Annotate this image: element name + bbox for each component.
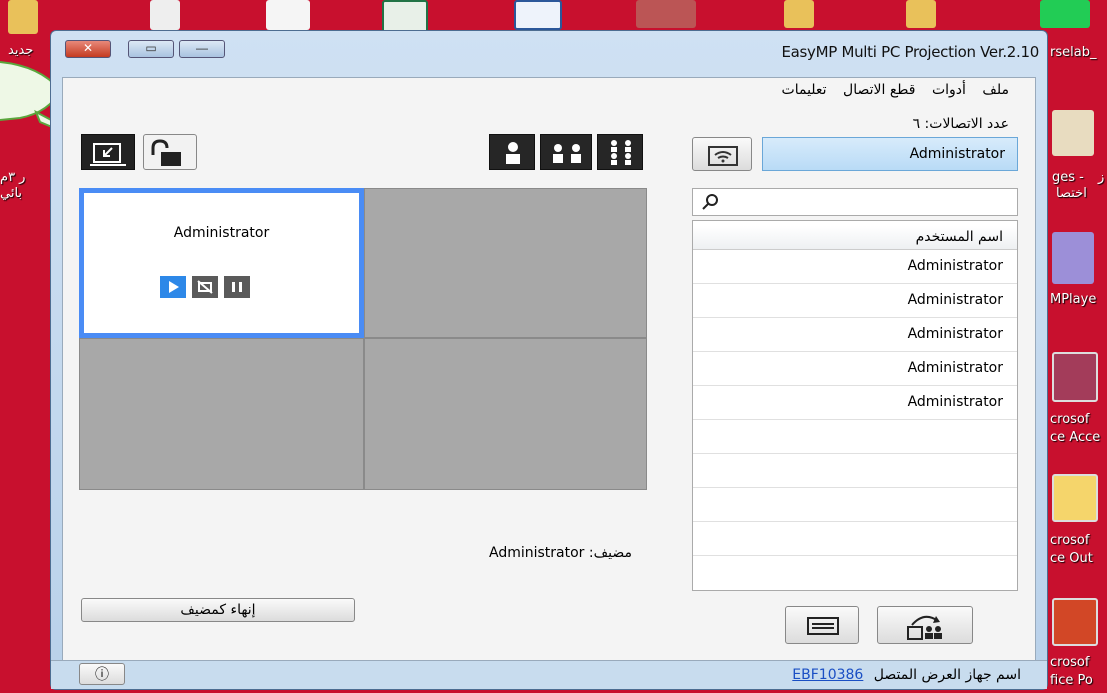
stop-button[interactable] [192,276,218,298]
desktop-label: fice Po [1050,673,1093,688]
projection-cell-4[interactable] [364,338,647,490]
info-button[interactable]: ⓘ [79,663,125,685]
connected-device-label: اسم جهاز العرض المتصل [873,667,1021,683]
maximize-button[interactable]: ▭ [128,40,174,58]
switch-presenter-button[interactable] [877,606,973,644]
desktop-label: جديد [8,43,34,58]
desktop-label: بائي [0,186,23,201]
menu-tools[interactable]: أدوات [932,82,966,98]
switch-presenter-icon [907,615,942,640]
desktop-label: ز [1098,170,1105,185]
menu-disconnect[interactable]: قطع الاتصال [843,82,915,98]
desktop-label: MPlaye [1050,292,1097,307]
search-icon [702,194,718,210]
desktop-label: ر ۳م [0,170,26,185]
desktop-label: ges - [1052,170,1084,185]
minimize-button[interactable]: — [179,40,225,58]
desktop-label: اختصا [1056,186,1087,201]
desktop-network-icon[interactable] [1040,0,1090,28]
desktop-app-icon[interactable] [636,0,696,28]
projection-cell-3[interactable] [79,338,364,490]
user-list-item[interactable]: Administrator [693,284,1017,318]
connections-count: عدد الاتصالات: ٦ [912,116,1009,132]
two-users-icon [553,144,581,163]
user-list-item[interactable]: Administrator [693,352,1017,386]
app-window: ✕ ▭ — EasyMP Multi PC Projection Ver.2.1… [50,30,1048,690]
end-host-label: إنهاء كمضيف [180,602,256,618]
end-host-button[interactable]: إنهاء كمضيف [81,598,355,622]
exit-fullscreen-button[interactable] [81,134,135,170]
close-button[interactable]: ✕ [65,40,111,58]
user-list: اسم المستخدم Administrator Administrator… [692,220,1018,591]
desktop-label: crosof [1050,412,1090,427]
exit-fullscreen-icon [90,143,126,166]
hide-screen-icon [197,280,213,294]
layout-single-button[interactable] [489,134,535,170]
menu-help[interactable]: تعليمات [782,82,827,98]
window-client: ملف أدوات قطع الاتصال تعليمات عدد الاتصا… [62,77,1036,677]
window-title: EasyMP Multi PC Projection Ver.2.10 [781,43,1039,61]
selected-user-label: Administrator [909,146,1005,162]
host-label: مضيف: Administrator [489,545,632,561]
connected-device: اسم جهاز العرض المتصل EBF10386 [792,667,1021,683]
empty-list-row [693,454,1017,488]
desktop-outlook-icon[interactable] [1052,474,1098,522]
user-list-header[interactable]: اسم المستخدم [693,226,1017,250]
empty-list-row [693,556,1017,590]
desktop-label: ce Acce [1050,430,1101,445]
user-list-item[interactable]: Administrator [693,386,1017,420]
pause-button[interactable] [224,276,250,298]
keyboard-icon [807,617,839,635]
projection-cell-1[interactable]: Administrator [79,188,364,338]
play-icon [169,281,179,293]
four-users-icon [611,140,631,165]
desktop-file-icon[interactable] [150,0,180,30]
layout-quad-button[interactable] [597,134,643,170]
status-bar: ⓘ اسم جهاز العرض المتصل EBF10386 [51,660,1047,689]
keyboard-button[interactable] [785,606,859,644]
search-input[interactable] [729,191,1015,215]
projection-cell-2[interactable] [364,188,647,338]
menu-bar: ملف أدوات قطع الاتصال تعليمات [770,82,1009,98]
connected-device-link[interactable]: EBF10386 [792,667,863,683]
pause-icon [232,282,242,292]
desktop-label: crosof [1050,655,1090,670]
layout-double-button[interactable] [540,134,592,170]
desktop-folder-icon[interactable] [8,0,38,34]
desktop-label: rselab_ [1050,45,1097,60]
single-user-icon [506,142,520,164]
selected-user-field[interactable]: Administrator [762,137,1018,171]
menu-file[interactable]: ملف [982,82,1009,98]
user-list-item[interactable]: Administrator [693,250,1017,284]
projection-grid: Administrator [79,188,647,490]
desktop-word-icon[interactable] [514,0,562,30]
desktop-folder-icon[interactable] [906,0,936,28]
desktop-photos-icon[interactable] [1052,110,1094,156]
desktop-mediaplayer-icon[interactable] [1052,232,1094,284]
unlock-icon [151,139,181,166]
desktop-powerpoint-icon[interactable] [1052,598,1098,646]
search-box [692,188,1018,216]
desktop-folder-icon[interactable] [784,0,814,28]
empty-list-row [693,420,1017,454]
play-button[interactable] [160,276,186,298]
desktop-label: ce Out [1050,551,1093,566]
user-list-item[interactable]: Administrator [693,318,1017,352]
lock-button[interactable] [143,134,197,170]
desktop-doc-icon[interactable] [266,0,310,30]
empty-list-row [693,488,1017,522]
info-icon: ⓘ [95,666,109,682]
wifi-button[interactable] [692,137,752,171]
desktop-label: crosof [1050,533,1090,548]
desktop-access-icon[interactable] [1052,352,1098,402]
cell-user-name: Administrator [173,225,270,241]
desktop-excel-icon[interactable] [382,0,428,34]
wifi-icon [708,146,738,166]
empty-list-row [693,522,1017,556]
